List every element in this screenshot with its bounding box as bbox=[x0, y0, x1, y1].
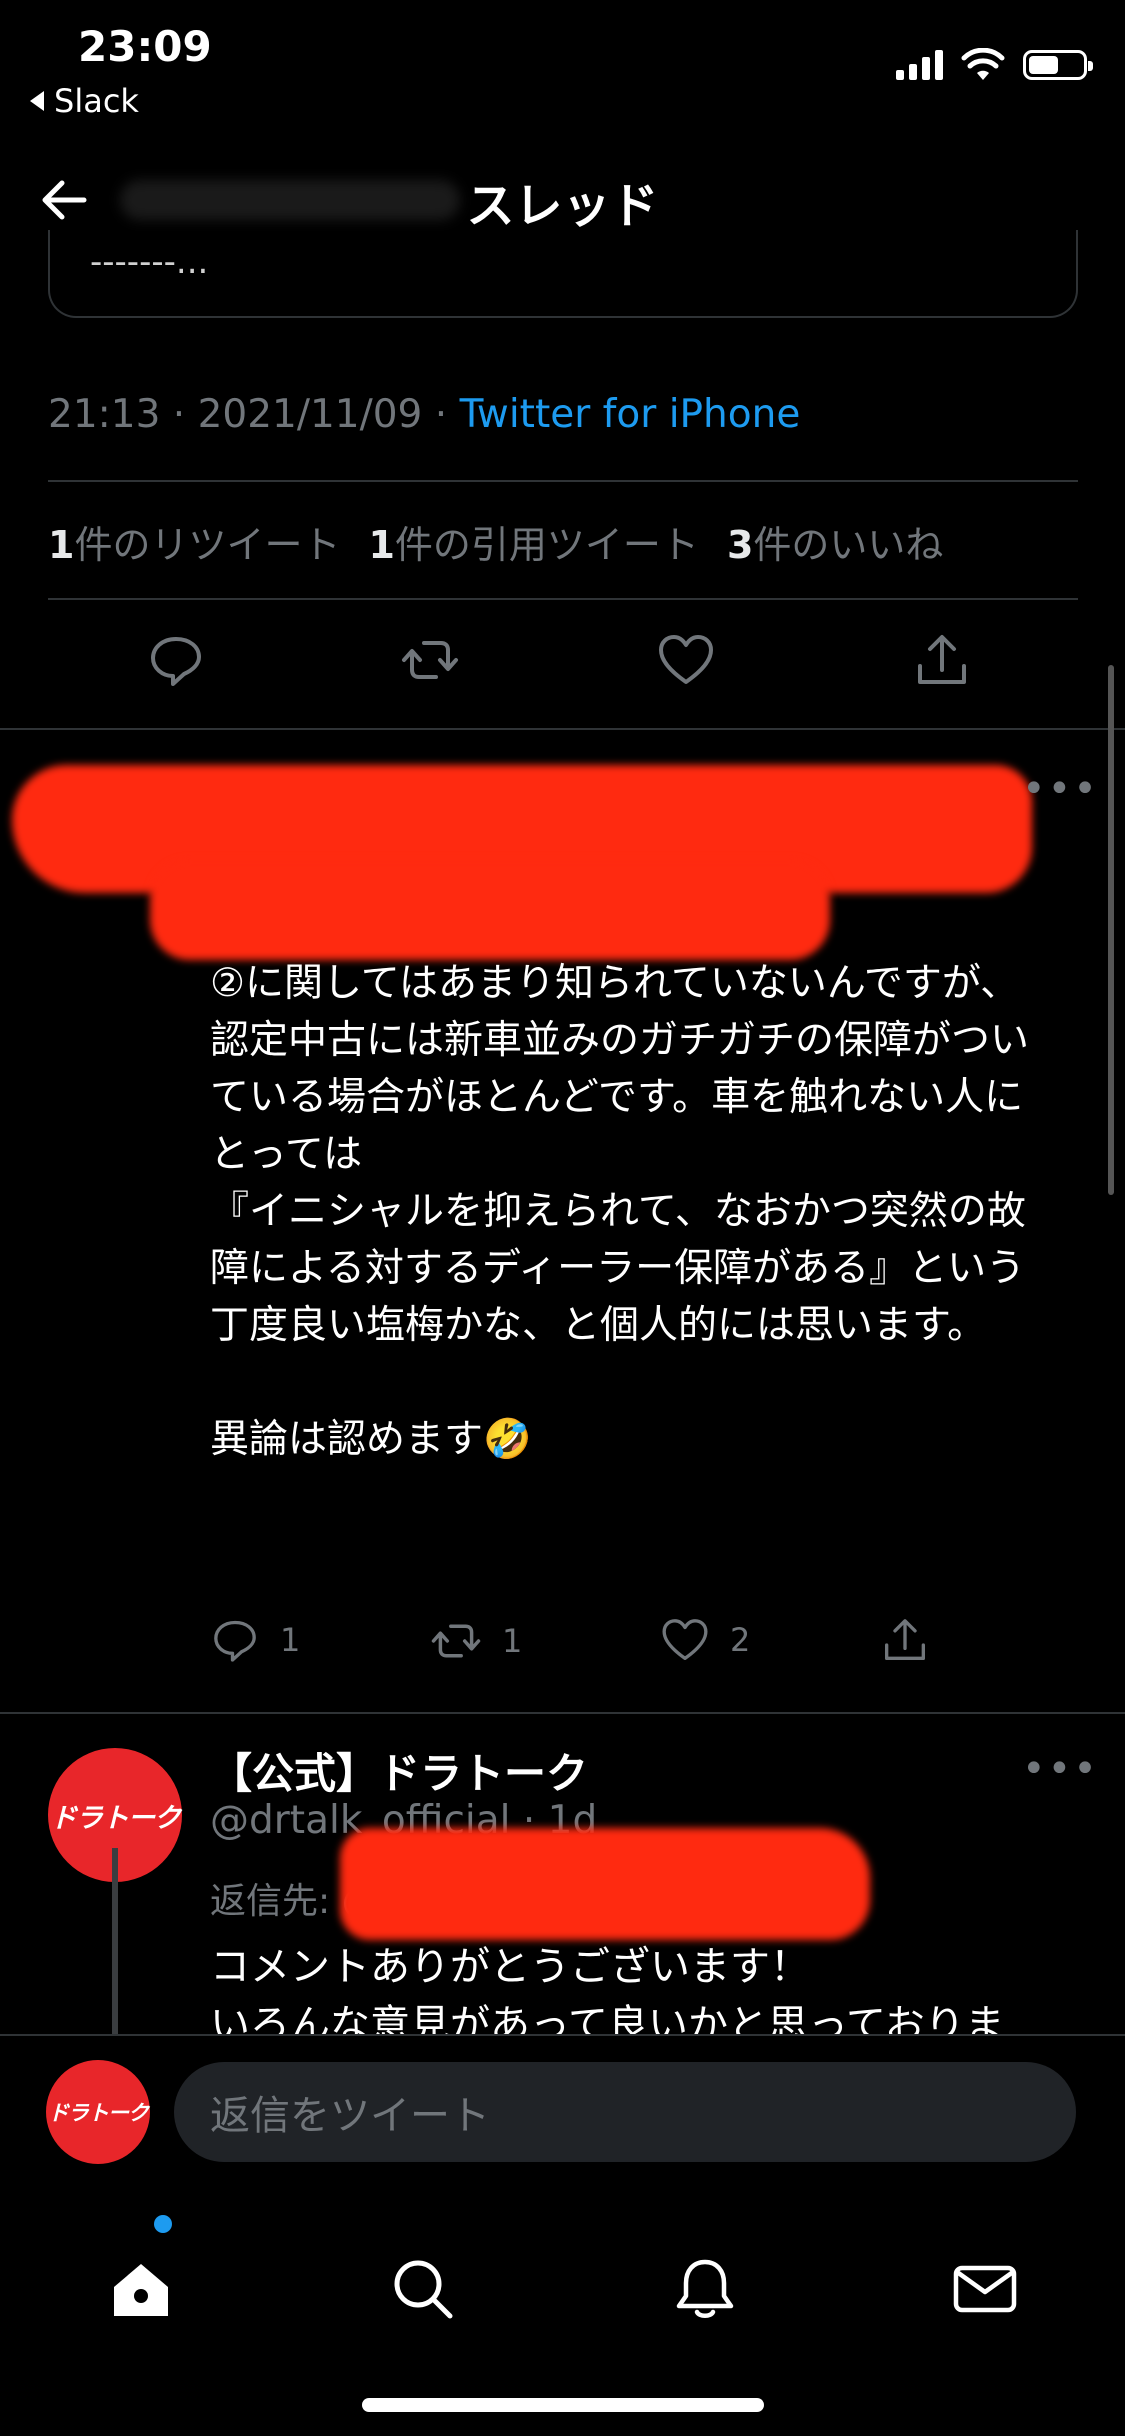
tweet-timestamp: 21:13 · 2021/11/09 · bbox=[48, 392, 460, 437]
tweet-meta: 21:13 · 2021/11/09 · Twitter for iPhone bbox=[48, 392, 800, 437]
like-button[interactable]: 2 bbox=[660, 1615, 750, 1665]
new-content-dot bbox=[154, 2215, 172, 2233]
my-avatar[interactable]: ドラトーク bbox=[46, 2060, 150, 2164]
notifications-bell-icon[interactable] bbox=[670, 2254, 740, 2324]
reply-action-bar: 1 1 2 bbox=[210, 1615, 1030, 1675]
divider bbox=[48, 598, 1078, 600]
status-icons bbox=[896, 48, 1093, 82]
reply-button[interactable]: 1 bbox=[210, 1615, 300, 1665]
divider bbox=[48, 480, 1078, 482]
like-heart-icon[interactable] bbox=[656, 630, 716, 690]
divider bbox=[0, 1712, 1125, 1714]
reply-icon bbox=[214, 1620, 256, 1662]
retweets-stat[interactable]: 1件のリツイート bbox=[48, 514, 340, 569]
redacted-author bbox=[150, 860, 830, 960]
share-button[interactable] bbox=[880, 1615, 930, 1665]
quote-tweets-stat[interactable]: 1件の引用ツイート bbox=[368, 514, 698, 569]
author-name[interactable]: 【公式】ドラトーク bbox=[210, 1740, 588, 1801]
reply-count: 1 bbox=[280, 1621, 301, 1659]
share-icon bbox=[885, 1619, 925, 1660]
wifi-icon bbox=[961, 48, 1005, 80]
quoted-tweet-card[interactable]: -------... bbox=[48, 230, 1078, 318]
like-heart-icon bbox=[662, 1619, 708, 1660]
reply-input[interactable]: 返信をツイート bbox=[174, 2062, 1076, 2162]
tweet-source-link[interactable]: Twitter for iPhone bbox=[460, 392, 801, 437]
retweet-button[interactable]: 1 bbox=[430, 1615, 522, 1667]
tweet-action-bar bbox=[0, 630, 1125, 710]
battery-icon bbox=[1023, 50, 1093, 80]
page-title: スレッド bbox=[466, 178, 659, 234]
likes-stat[interactable]: 3件のいいね bbox=[727, 514, 943, 569]
reply-text: ②に関してはあまり知られていないんですが、 認定中古には新車並みのガチガチの保障… bbox=[210, 961, 1030, 1462]
like-count: 2 bbox=[730, 1621, 751, 1659]
back-triangle-icon bbox=[30, 91, 44, 111]
tweet-stats: 1件のリツイート 1件の引用ツイート 3件のいいね bbox=[48, 514, 943, 569]
divider bbox=[0, 728, 1125, 730]
reply-icon[interactable] bbox=[146, 630, 206, 690]
more-options-icon[interactable]: ••• bbox=[1022, 1746, 1099, 1792]
search-icon[interactable] bbox=[388, 2254, 458, 2324]
back-app-label: Slack bbox=[54, 82, 139, 120]
quoted-tweet-snippet: -------... bbox=[90, 242, 209, 282]
signal-icon bbox=[896, 50, 943, 80]
home-indicator[interactable] bbox=[362, 2398, 764, 2412]
status-time: 23:09 bbox=[78, 22, 212, 71]
home-icon[interactable] bbox=[106, 2254, 176, 2324]
avatar-logo: ドラトーク bbox=[48, 2101, 149, 2125]
avatar-logo: ドラトーク bbox=[50, 1802, 181, 1834]
thread-line bbox=[112, 1848, 118, 2038]
more-options-icon[interactable]: ••• bbox=[1022, 766, 1099, 812]
back-to-app-link[interactable]: Slack bbox=[30, 82, 139, 120]
messages-mail-icon[interactable] bbox=[950, 2254, 1020, 2324]
scrollbar[interactable] bbox=[1108, 665, 1114, 1195]
redacted-handle bbox=[340, 1828, 870, 1940]
retweet-count: 1 bbox=[502, 1622, 523, 1660]
retweet-icon bbox=[431, 1624, 481, 1658]
share-icon[interactable] bbox=[912, 630, 972, 690]
retweet-icon[interactable] bbox=[400, 630, 460, 690]
